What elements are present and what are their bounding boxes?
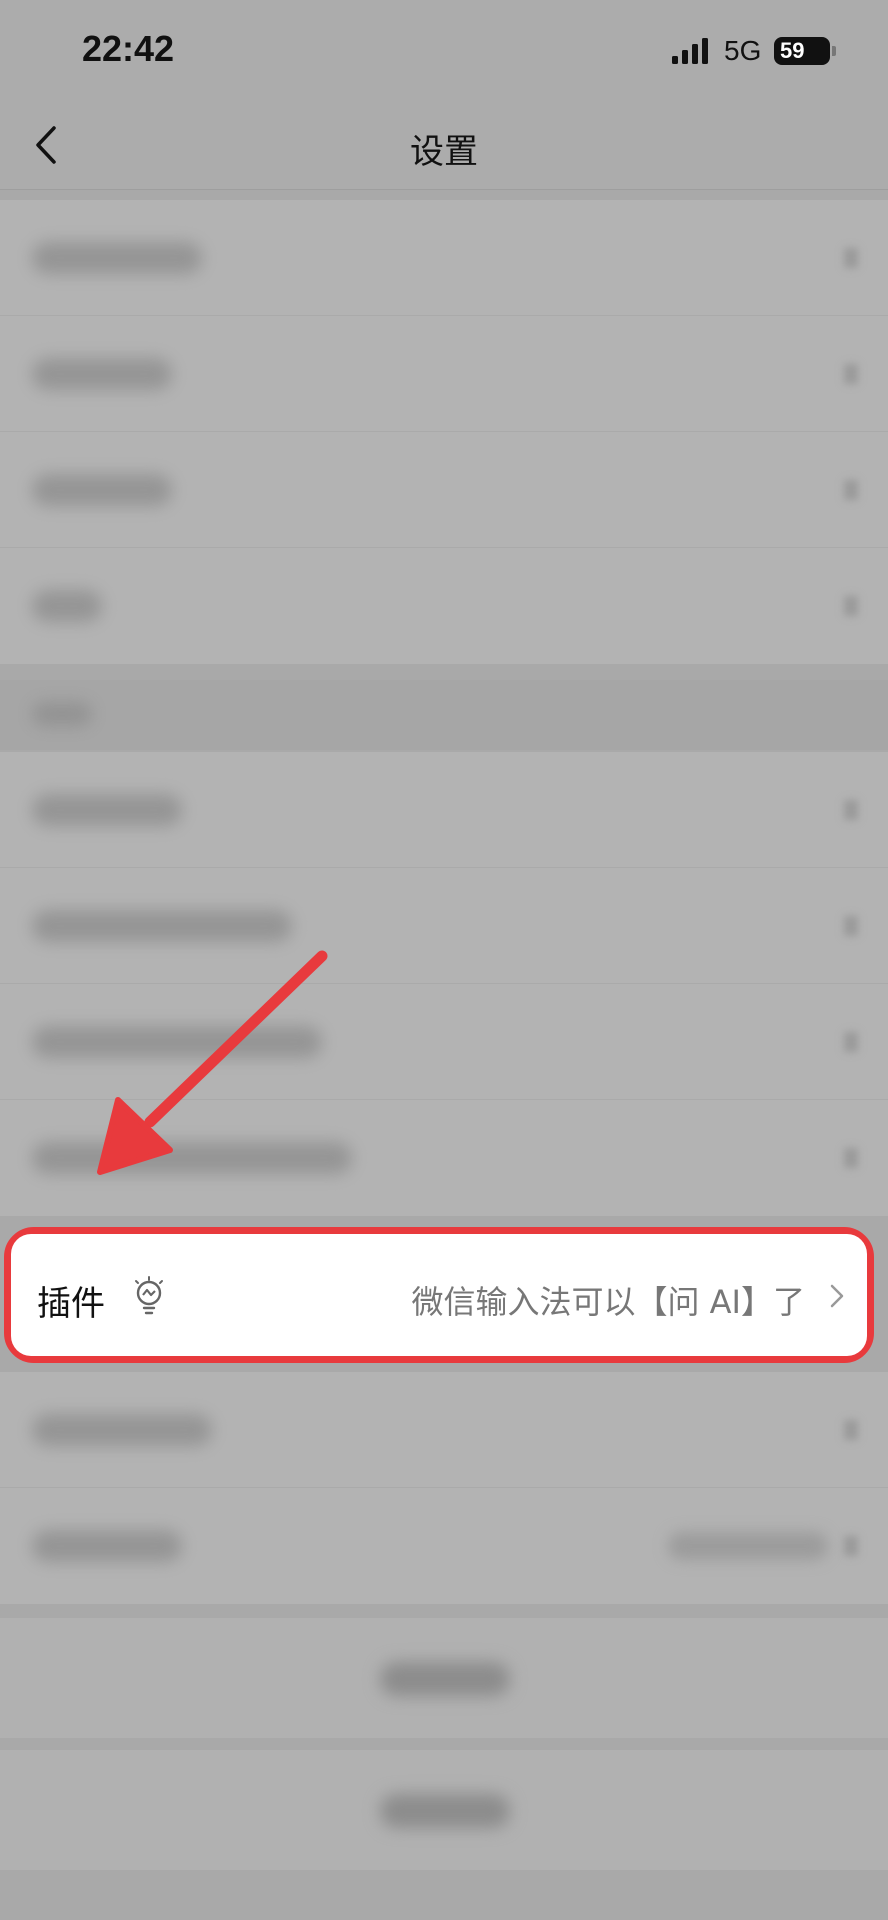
chevron-right-icon — [844, 1536, 858, 1556]
signal-icon — [672, 38, 708, 64]
blurred-label — [32, 1530, 182, 1562]
chevron-right-icon — [844, 1148, 858, 1168]
list-item[interactable] — [0, 1372, 888, 1488]
blurred-section-label — [32, 702, 92, 726]
list-item[interactable] — [0, 432, 888, 548]
chevron-right-icon — [844, 596, 858, 616]
blurred-label — [32, 910, 292, 942]
chevron-right-icon — [844, 364, 858, 384]
battery-icon: 59 — [774, 37, 836, 65]
blurred-label — [32, 358, 172, 390]
battery-level: 59 — [780, 38, 805, 63]
bottom-action-1[interactable] — [0, 1618, 888, 1738]
settings-group-2 — [0, 752, 888, 1216]
nav-header: 设置 — [0, 100, 888, 190]
status-time: 22:42 — [82, 28, 175, 69]
blurred-button-label — [380, 1794, 510, 1828]
chevron-right-icon — [844, 916, 858, 936]
lightbulb-icon — [135, 1276, 163, 1315]
blurred-label — [32, 1026, 322, 1058]
plugin-description: 微信输入法可以【问 AI】了 — [411, 1283, 805, 1321]
plugin-list-item[interactable]: 插件 微信输入法可以【问 AI】了 — [11, 1234, 867, 1356]
list-item[interactable] — [0, 548, 888, 664]
blurred-label — [32, 794, 182, 826]
plugin-label: 插件 — [37, 1284, 105, 1324]
list-item[interactable] — [0, 984, 888, 1100]
list-item[interactable] — [0, 1100, 888, 1216]
status-bar: 22:42 5G 59 — [0, 0, 888, 100]
list-item[interactable] — [0, 1488, 888, 1604]
list-item[interactable] — [0, 868, 888, 984]
blurred-label — [32, 590, 102, 622]
section-header — [0, 680, 888, 750]
network-label: 5G — [724, 35, 762, 66]
page-title: 设置 — [410, 132, 478, 172]
list-item[interactable] — [0, 316, 888, 432]
chevron-right-icon — [844, 1032, 858, 1052]
plugin-highlight-frame: 插件 微信输入法可以【问 AI】了 — [4, 1227, 874, 1363]
list-item[interactable] — [0, 752, 888, 868]
blurred-label — [32, 1414, 212, 1446]
bottom-action-2[interactable] — [0, 1750, 888, 1870]
chevron-right-icon — [844, 800, 858, 820]
chevron-right-icon — [844, 1420, 858, 1440]
blurred-label — [32, 474, 172, 506]
settings-group-3 — [0, 1372, 888, 1604]
blurred-value — [668, 1532, 828, 1560]
chevron-right-icon — [830, 1284, 844, 1308]
blurred-label — [32, 242, 202, 274]
blurred-label — [32, 1142, 352, 1174]
chevron-right-icon — [844, 248, 858, 268]
blurred-button-label — [380, 1662, 510, 1696]
settings-group-1 — [0, 200, 888, 664]
chevron-right-icon — [844, 480, 858, 500]
list-item[interactable] — [0, 200, 888, 316]
